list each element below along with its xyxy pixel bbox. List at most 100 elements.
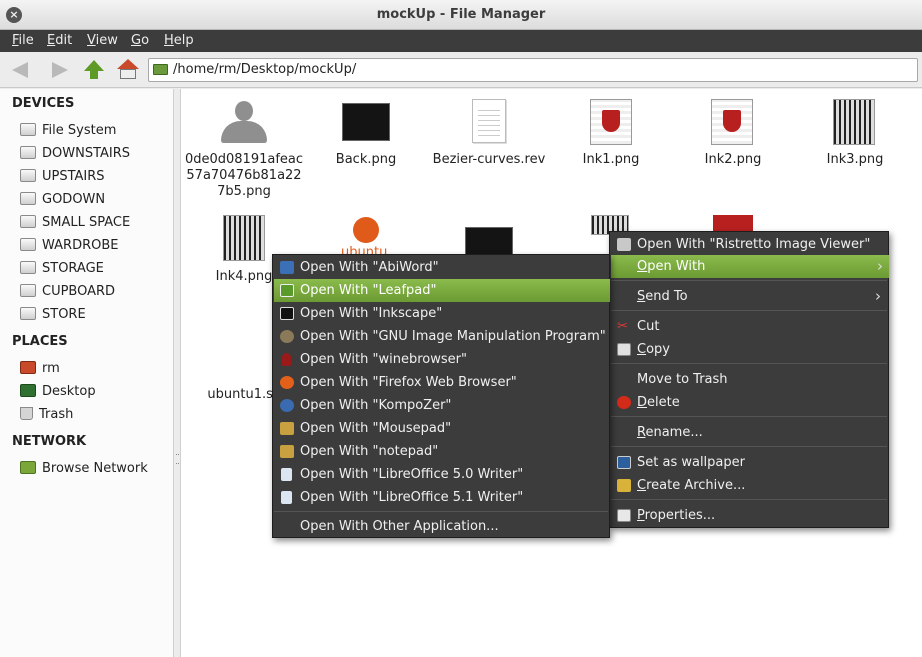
image-thumbnail-icon	[833, 99, 875, 145]
inkscape-icon	[280, 307, 294, 320]
menu-item-label: Open With "Leafpad"	[300, 283, 437, 298]
menu-item-create-archive[interactable]: Create Archive...	[611, 474, 887, 497]
delete-icon	[617, 396, 631, 409]
menu-item-open-notepad[interactable]: Open With "notepad"	[274, 440, 608, 463]
menu-item-open-inkscape[interactable]: Open With "Inkscape"	[274, 302, 608, 325]
sidebar-item-store[interactable]: STORE	[20, 305, 86, 325]
menu-item-move-to-trash[interactable]: Move to Trash	[611, 368, 887, 391]
menu-item-copy[interactable]: Copy	[611, 338, 887, 361]
home-icon-base	[120, 69, 136, 79]
sidebar-item-storage[interactable]: STORAGE	[20, 259, 104, 279]
image-thumbnail-icon	[590, 99, 632, 145]
sidebar-item-rm[interactable]: rm	[20, 359, 60, 379]
sidebar-item-upstairs[interactable]: UPSTAIRS	[20, 167, 105, 187]
drive-icon	[20, 169, 36, 182]
file-item[interactable]: 0de0d08191afeac57a70476b81a227b5.png	[184, 152, 304, 200]
ubuntu-logo-icon	[353, 217, 379, 243]
menu-item-label: Open With "winebrowser"	[300, 352, 467, 367]
image-thumbnail-icon	[713, 215, 753, 231]
sidebar-item-browse-network[interactable]: Browse Network	[20, 459, 148, 479]
menu-item-send-to[interactable]: Send To ›	[611, 285, 887, 308]
menu-item-label: Open With "LibreOffice 5.1 Writer"	[300, 490, 524, 505]
location-path: /home/rm/Desktop/mockUp/	[173, 62, 357, 77]
menu-item-open-libreoffice-50-writer[interactable]: Open With "LibreOffice 5.0 Writer"	[274, 463, 608, 486]
menu-item-open-libreoffice-51-writer[interactable]: Open With "LibreOffice 5.1 Writer"	[274, 486, 608, 509]
image-thumbnail-icon	[342, 103, 390, 141]
menu-separator	[611, 363, 887, 364]
file-item[interactable]: Back.png	[306, 152, 426, 168]
home-icon	[117, 59, 139, 69]
close-icon[interactable]: ×	[6, 7, 22, 23]
sidebar-item-godown[interactable]: GODOWN	[20, 190, 105, 210]
menu-go[interactable]: Go	[131, 33, 149, 48]
menu-help[interactable]: Help	[164, 33, 194, 48]
menu-view[interactable]: View	[87, 33, 118, 48]
file-item[interactable]: Ink1.png	[551, 152, 671, 168]
file-item[interactable]: Bezier-curves.rev	[429, 152, 549, 168]
file-item[interactable]: Ink2.png	[673, 152, 793, 168]
menu-item-label: Open With	[637, 259, 706, 274]
menu-item-cut[interactable]: ✂ Cut	[611, 315, 887, 338]
menu-item-open-leafpad[interactable]: Open With "Leafpad"	[274, 279, 610, 302]
menu-item-open-mousepad[interactable]: Open With "Mousepad"	[274, 417, 608, 440]
sidebar-item-wardrobe[interactable]: WARDROBE	[20, 236, 118, 256]
sidebar: DEVICES File System DOWNSTAIRS UPSTAIRS …	[0, 89, 174, 657]
menu-item-open-kompozer[interactable]: Open With "KompoZer"	[274, 394, 608, 417]
sidebar-item-label: STORAGE	[42, 261, 104, 276]
open-with-submenu: Open With "AbiWord" Open With "Leafpad" …	[272, 254, 610, 538]
menu-separator	[611, 499, 887, 500]
sidebar-item-small-space[interactable]: SMALL SPACE	[20, 213, 130, 233]
menu-file[interactable]: File	[12, 33, 34, 48]
menu-item-open-firefox[interactable]: Open With "Firefox Web Browser"	[274, 371, 608, 394]
menu-item-open-with[interactable]: Open With ›	[611, 255, 889, 278]
sidebar-item-label: UPSTAIRS	[42, 169, 105, 184]
back-button[interactable]	[10, 58, 34, 82]
sidebar-item-label: Browse Network	[42, 461, 148, 476]
drive-icon	[20, 284, 36, 297]
devices-heading: DEVICES	[12, 96, 75, 111]
folder-icon	[153, 64, 168, 75]
sidebar-item-cupboard[interactable]: CUPBOARD	[20, 282, 115, 302]
trash-icon	[20, 407, 33, 420]
location-bar[interactable]: /home/rm/Desktop/mockUp/	[148, 58, 918, 82]
menu-item-open-with-other[interactable]: Open With Other Application...	[274, 515, 608, 538]
menu-item-open-ristretto[interactable]: Open With "Ristretto Image Viewer"	[611, 233, 887, 256]
sidebar-item-label: GODOWN	[42, 192, 106, 207]
menu-item-open-abiword[interactable]: Open With "AbiWord"	[274, 256, 608, 279]
image-thumbnail-icon	[223, 215, 265, 261]
menu-item-label: Cut	[637, 319, 660, 334]
sidebar-item-desktop[interactable]: Desktop	[20, 382, 96, 402]
menu-item-rename[interactable]: Rename...	[611, 421, 887, 444]
menu-item-label: Create Archive...	[637, 478, 746, 493]
menu-item-delete[interactable]: Delete	[611, 391, 887, 414]
drive-icon	[20, 192, 36, 205]
menu-item-open-winebrowser[interactable]: Open With "winebrowser"	[274, 348, 608, 371]
drive-icon	[20, 307, 36, 320]
wine-icon	[282, 353, 291, 366]
sidebar-item-label: Desktop	[42, 384, 96, 399]
sidebar-item-label: STORE	[42, 307, 86, 322]
drive-icon	[20, 215, 36, 228]
drive-icon	[20, 261, 36, 274]
forward-button[interactable]	[46, 58, 70, 82]
menu-item-open-gimp[interactable]: Open With "GNU Image Manipulation Progra…	[274, 325, 608, 348]
writer-icon	[281, 468, 292, 481]
sidebar-item-trash[interactable]: Trash	[20, 405, 73, 425]
menu-item-properties[interactable]: Properties...	[611, 504, 887, 527]
avatar-head	[235, 101, 253, 121]
back-arrow-icon	[12, 62, 28, 78]
avatar-body	[221, 121, 267, 143]
up-button[interactable]	[82, 58, 106, 82]
menu-item-label: Rename...	[637, 425, 703, 440]
drive-icon	[20, 238, 36, 251]
menu-item-set-wallpaper[interactable]: Set as wallpaper	[611, 451, 887, 474]
home-button[interactable]	[116, 58, 140, 82]
sidebar-item-file-system[interactable]: File System	[20, 121, 116, 141]
menu-edit[interactable]: Edit	[47, 33, 72, 48]
home-icon	[20, 361, 36, 374]
sidebar-item-label: rm	[42, 361, 60, 376]
sidebar-item-downstairs[interactable]: DOWNSTAIRS	[20, 144, 130, 164]
ristretto-icon	[617, 238, 631, 251]
menu-item-label: Open With "KompoZer"	[300, 398, 452, 413]
file-item[interactable]: Ink3.png	[795, 152, 915, 168]
